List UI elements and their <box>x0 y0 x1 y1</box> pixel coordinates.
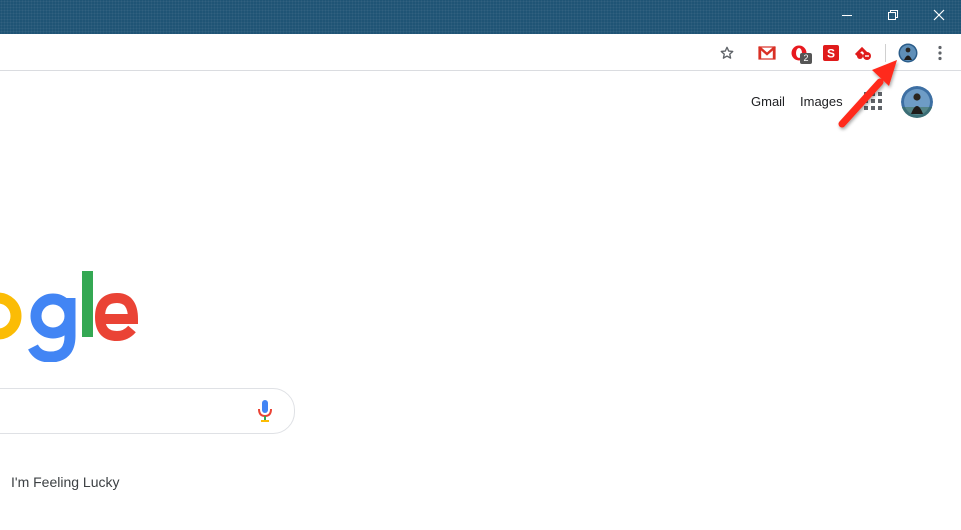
opera-extension-button[interactable]: 2 <box>788 42 812 64</box>
minimize-button[interactable] <box>824 0 870 30</box>
gmail-extension-icon <box>758 46 776 60</box>
browser-toolbar: 2 S <box>0 34 961 71</box>
chrome-menu-button[interactable] <box>929 42 951 64</box>
images-link[interactable]: Images <box>800 94 843 109</box>
three-dots-menu-icon <box>938 45 942 61</box>
account-avatar[interactable] <box>901 86 933 118</box>
microphone-icon[interactable] <box>256 399 274 423</box>
close-button[interactable] <box>916 0 961 30</box>
profile-avatar-icon <box>898 43 918 63</box>
gmail-link[interactable]: Gmail <box>751 94 785 109</box>
apps-grid-icon[interactable] <box>864 92 882 110</box>
feeling-lucky-button[interactable]: I'm Feeling Lucky <box>11 474 120 490</box>
toolbar-divider <box>885 44 886 62</box>
bookmark-star-button[interactable] <box>716 42 738 64</box>
s-extension-icon: S <box>823 45 839 61</box>
opera-badge: 2 <box>800 53 812 64</box>
restore-icon <box>888 10 898 20</box>
star-icon <box>720 46 734 59</box>
restore-button[interactable] <box>870 0 916 30</box>
red-extension-icon <box>854 46 871 60</box>
red-extension-button[interactable] <box>852 42 874 64</box>
profile-button[interactable] <box>897 42 919 64</box>
minimize-icon <box>842 15 852 16</box>
window-title-bar <box>0 0 961 34</box>
s-extension-button[interactable]: S <box>820 42 842 64</box>
google-logo <box>0 271 139 362</box>
search-input[interactable] <box>0 388 295 434</box>
svg-text:S: S <box>827 47 835 61</box>
close-icon <box>933 9 945 21</box>
gmail-extension-button[interactable] <box>756 42 778 64</box>
